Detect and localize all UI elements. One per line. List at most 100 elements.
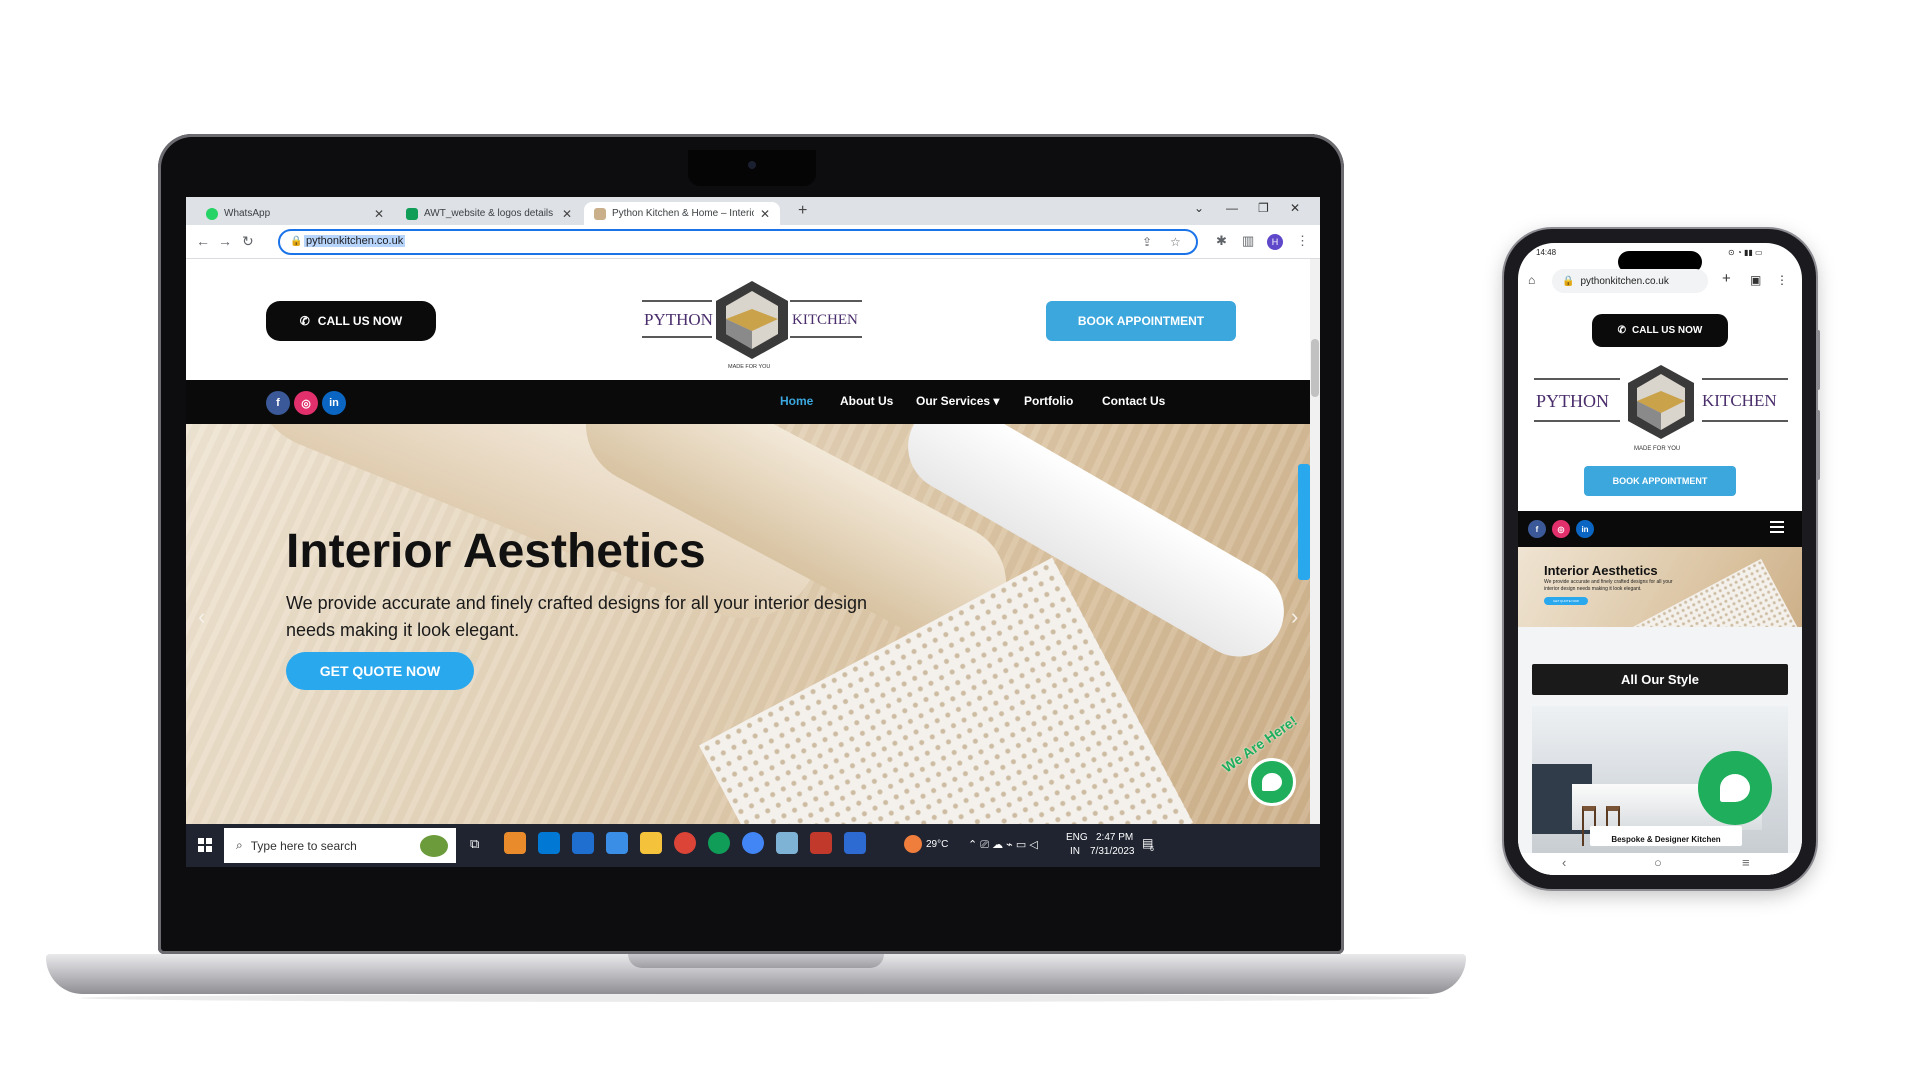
logo-tagline: MADE FOR YOU (1634, 446, 1680, 452)
chevron-down-icon[interactable]: ⌄ (1194, 201, 1204, 215)
phone-address-bar[interactable]: 🔒 pythonkitchen.co.uk (1552, 269, 1708, 293)
kitchen-card-caption: Bespoke & Designer Kitchen (1590, 826, 1742, 846)
window-close-icon[interactable]: ✕ (1290, 201, 1300, 215)
side-panel-icon[interactable]: ▥ (1242, 233, 1254, 249)
windows-taskbar: ⌕ Type here to search ⧉ 29°C ⌃ ⎚ ☁ ⌁ ▭ ◁… (186, 824, 1320, 867)
phone-status-time: 14:48 (1536, 248, 1557, 257)
hero-title: Interior Aesthetics (286, 525, 706, 578)
close-icon[interactable]: ✕ (374, 207, 384, 221)
chrome-icon[interactable] (674, 832, 696, 854)
sheets-icon (406, 207, 418, 220)
kebab-menu-icon[interactable]: ⋮ (1776, 273, 1788, 287)
clock-time[interactable]: 2:47 PM (1096, 832, 1133, 843)
tab-switcher-icon[interactable]: ▣ (1750, 273, 1761, 287)
archive-icon[interactable] (810, 832, 832, 854)
minimize-icon[interactable]: — (1226, 201, 1238, 215)
mail-icon[interactable] (572, 832, 594, 854)
nav-contact-us[interactable]: Contact Us (1102, 394, 1165, 408)
instagram-icon[interactable]: ◎ (294, 391, 318, 415)
back-icon[interactable]: ← (196, 233, 210, 249)
whatsapp-icon (206, 207, 218, 220)
nav-our-services[interactable]: Our Services ▾ (916, 394, 999, 408)
phone-side-button (1816, 410, 1820, 480)
page-scrollbar[interactable] (1310, 259, 1320, 867)
book-appointment-button[interactable]: BOOK APPOINTMENT (1046, 301, 1236, 341)
phone-site-nav: f ◎ in (1518, 511, 1802, 547)
laptop-shadow (80, 994, 1430, 1002)
edge-icon[interactable] (504, 832, 526, 854)
clock-date: 7/31/2023 (1090, 846, 1135, 857)
new-tab-icon[interactable]: + (1722, 270, 1731, 287)
camera-icon (748, 161, 756, 169)
chevron-right-icon[interactable]: › (1291, 604, 1298, 630)
url-text[interactable]: pythonkitchen.co.uk (304, 235, 406, 247)
phone-chat-widget-button[interactable] (1698, 751, 1772, 825)
home-icon[interactable]: ⌂ (1528, 273, 1535, 287)
slide-indicator[interactable] (1298, 464, 1310, 580)
chat-widget-button[interactable] (1248, 758, 1296, 806)
android-home-icon[interactable]: ○ (1654, 855, 1662, 870)
android-back-icon[interactable]: ‹ (1562, 855, 1566, 870)
logo-text-left: PYTHON (644, 310, 713, 329)
phone-book-appointment-button[interactable]: BOOK APPOINTMENT (1584, 466, 1736, 496)
store-icon[interactable] (606, 832, 628, 854)
hero-slider: Interior Aesthetics We provide accurate … (186, 424, 1310, 824)
phone-icon: ✆ (299, 314, 310, 328)
tab-label: AWT_website & logos details - G (424, 208, 556, 219)
chat-icon (1262, 773, 1282, 791)
nav-about-us[interactable]: About Us (840, 394, 893, 408)
forward-icon[interactable]: → (218, 233, 232, 249)
profile-avatar[interactable]: H (1267, 234, 1283, 250)
tab-python-kitchen[interactable]: Python Kitchen & Home – Interio ✕ (584, 202, 780, 225)
windows-start-icon[interactable] (198, 838, 212, 852)
task-view-icon[interactable]: ⧉ (470, 836, 479, 852)
tray-icons[interactable]: ⌃ ⎚ ☁ ⌁ ▭ ◁ (968, 838, 1038, 852)
hamburger-menu-icon[interactable] (1770, 521, 1784, 537)
instagram-glyph: ◎ (301, 397, 311, 410)
call-us-label: CALL US NOW (317, 314, 403, 328)
linkedin-glyph: in (1581, 524, 1589, 534)
notes-icon[interactable] (776, 832, 798, 854)
get-quote-button[interactable]: GET QUOTE NOW (286, 652, 474, 690)
phone-url-text[interactable]: pythonkitchen.co.uk (1580, 276, 1668, 287)
new-tab-icon[interactable]: + (798, 202, 807, 220)
tab-sheets[interactable]: AWT_website & logos details - G ✕ (396, 202, 582, 225)
extensions-icon[interactable]: ✱ (1216, 233, 1227, 249)
close-icon[interactable]: ✕ (760, 207, 770, 221)
kebab-menu-icon[interactable]: ⋮ (1296, 233, 1309, 249)
vscode-icon[interactable] (538, 832, 560, 854)
facebook-icon[interactable]: f (266, 391, 290, 415)
chrome-profile-icon[interactable] (708, 832, 730, 854)
restore-icon[interactable]: ❐ (1258, 201, 1269, 215)
region-indicator: IN (1070, 846, 1080, 857)
lang-indicator[interactable]: ENG (1066, 832, 1088, 843)
taskbar-search[interactable]: ⌕ Type here to search (224, 828, 456, 863)
chevron-left-icon[interactable]: ‹ (198, 604, 205, 630)
nav-home[interactable]: Home (780, 394, 813, 408)
bookmark-star-icon[interactable]: ☆ (1170, 235, 1181, 249)
python-kitchen-logo[interactable]: PYTHON KITCHEN MADE FOR YOU (642, 279, 862, 369)
facebook-icon[interactable]: f (1528, 520, 1546, 538)
site-favicon-icon (594, 207, 606, 220)
android-recents-icon[interactable]: ≡ (1742, 855, 1750, 870)
instagram-icon[interactable]: ◎ (1552, 520, 1570, 538)
phone-python-kitchen-logo[interactable]: PYTHON KITCHEN MADE FOR YOU (1534, 365, 1788, 453)
linkedin-icon[interactable]: in (322, 391, 346, 415)
phone-get-quote-button[interactable]: GET QUOTE NOW (1544, 597, 1588, 605)
photos-icon[interactable] (844, 832, 866, 854)
chrome-active-icon[interactable] (742, 832, 764, 854)
address-bar[interactable]: 🔒 pythonkitchen.co.uk ⇪ ☆ (278, 229, 1198, 255)
nav-portfolio[interactable]: Portfolio (1024, 394, 1073, 408)
share-icon[interactable]: ⇪ (1142, 235, 1152, 249)
instagram-glyph: ◎ (1557, 524, 1565, 534)
chat-icon (1720, 774, 1750, 802)
linkedin-icon[interactable]: in (1576, 520, 1594, 538)
close-icon[interactable]: ✕ (562, 207, 572, 221)
file-explorer-icon[interactable] (640, 832, 662, 854)
scrollbar-thumb[interactable] (1311, 339, 1319, 397)
phone-call-us-button[interactable]: ✆ CALL US NOW (1592, 314, 1728, 347)
call-us-button[interactable]: ✆ CALL US NOW (266, 301, 436, 341)
weather-temp: 29°C (926, 839, 949, 850)
tab-whatsapp[interactable]: WhatsApp ✕ (196, 202, 394, 225)
reload-icon[interactable]: ↻ (242, 233, 254, 250)
